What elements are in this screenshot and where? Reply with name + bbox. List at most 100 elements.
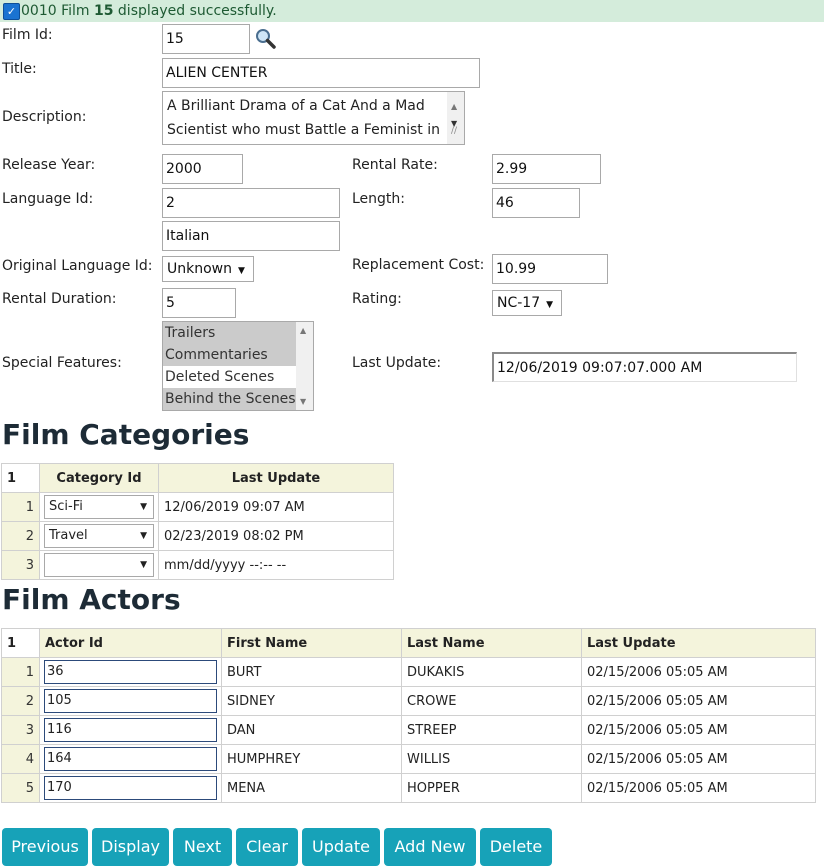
- film-categories-table: 1 Category Id Last Update 1 Sci-Fi ▼ 12/0…: [1, 463, 394, 580]
- replacement-cost-label: Replacement Cost:: [352, 257, 485, 273]
- row-number: 2: [1, 521, 40, 551]
- release-year-input[interactable]: 2000: [162, 154, 243, 184]
- film-actors-table: 1 Actor Id First Name Last Name Last Upd…: [1, 628, 816, 803]
- category-last-update-input[interactable]: mm/dd/yyyy --:-- --: [158, 550, 394, 580]
- special-features-listbox[interactable]: Trailers Commentaries Deleted Scenes Beh…: [162, 321, 314, 411]
- row-number: 3: [1, 715, 40, 745]
- special-feature-option[interactable]: Behind the Scenes: [163, 388, 296, 410]
- checkbox-checked-icon: ✓: [3, 3, 20, 20]
- status-bar: ✓ 0010 Film 15 displayed successfully.: [0, 0, 824, 22]
- rental-duration-input[interactable]: 5: [162, 288, 236, 318]
- dropdown-arrow-icon: ▼: [546, 300, 554, 310]
- last-name-cell: WILLIS: [401, 744, 582, 774]
- film-actors-heading: Film Actors: [2, 583, 181, 616]
- category-select[interactable]: Sci-Fi ▼: [44, 495, 154, 519]
- magnifier-icon[interactable]: [255, 28, 277, 50]
- category-value: Travel: [49, 528, 88, 543]
- last-update-cell: 02/15/2006 05:05 AM: [581, 773, 816, 803]
- rental-rate-input[interactable]: 2.99: [492, 154, 601, 184]
- special-feature-option[interactable]: Deleted Scenes: [163, 366, 296, 388]
- category-last-update: 12/06/2019 09:07 AM: [158, 492, 394, 522]
- row-number: 3: [1, 550, 40, 580]
- status-prefix: 0010 Film: [21, 3, 94, 19]
- scroll-up-icon[interactable]: ▲: [300, 326, 306, 335]
- first-name-cell: MENA: [221, 773, 402, 803]
- original-language-value: Unknown: [167, 261, 232, 277]
- first-name-cell: HUMPHREY: [221, 744, 402, 774]
- description-line-2: Scientist who must Battle a Feminist in: [167, 122, 440, 138]
- last-name-cell: DUKAKIS: [401, 657, 582, 687]
- first-name-cell: SIDNEY: [221, 686, 402, 716]
- resize-grip-icon[interactable]: ∕∕: [451, 119, 457, 143]
- film-id-input[interactable]: 15: [162, 24, 250, 54]
- last-update-header[interactable]: Last Update: [158, 463, 394, 493]
- actor-id-input[interactable]: 164: [44, 747, 217, 771]
- description-label: Description:: [2, 109, 87, 125]
- row-count-header: 1: [1, 463, 40, 493]
- table-row: 3 ▼ mm/dd/yyyy --:-- --: [1, 550, 394, 580]
- language-name-input[interactable]: Italian: [162, 221, 340, 251]
- description-scrollbar[interactable]: ▲ ▼ ∕∕: [447, 92, 464, 144]
- replacement-cost-input[interactable]: 10.99: [492, 254, 608, 284]
- table-header-row: 1 Category Id Last Update: [1, 463, 394, 493]
- film-id-label: Film Id:: [2, 27, 53, 43]
- last-name-cell: HOPPER: [401, 773, 582, 803]
- scroll-down-icon[interactable]: ▼: [300, 397, 306, 406]
- row-number: 1: [1, 657, 40, 687]
- language-id-input[interactable]: 2: [162, 188, 340, 218]
- rating-select[interactable]: NC-17 ▼: [492, 290, 562, 316]
- rental-rate-label: Rental Rate:: [352, 157, 438, 173]
- clear-button[interactable]: Clear: [236, 828, 298, 866]
- last-update-cell: 02/15/2006 05:05 AM: [581, 715, 816, 745]
- special-feature-option[interactable]: Trailers: [163, 322, 296, 344]
- row-count-header: 1: [1, 628, 40, 658]
- description-textarea[interactable]: A Brilliant Drama of a Cat And a Mad Sci…: [162, 91, 465, 145]
- display-button[interactable]: Display: [92, 828, 169, 866]
- row-number: 5: [1, 773, 40, 803]
- table-row: 1 Sci-Fi ▼ 12/06/2019 09:07 AM: [1, 492, 394, 522]
- original-language-select[interactable]: Unknown ▼: [162, 256, 254, 282]
- table-header-row: 1 Actor Id First Name Last Name Last Upd…: [1, 628, 816, 658]
- rating-label: Rating:: [352, 291, 402, 307]
- delete-button[interactable]: Delete: [480, 828, 552, 866]
- title-label: Title:: [2, 61, 37, 77]
- actor-id-input[interactable]: 36: [44, 660, 217, 684]
- actor-id-input[interactable]: 170: [44, 776, 217, 800]
- status-film-id: 15: [93, 3, 114, 19]
- status-suffix: displayed successfully.: [113, 3, 277, 19]
- last-update-header[interactable]: Last Update: [581, 628, 816, 658]
- length-input[interactable]: 46: [492, 188, 580, 218]
- language-id-label: Language Id:: [2, 191, 94, 207]
- rental-duration-label: Rental Duration:: [2, 291, 117, 307]
- dropdown-arrow-icon: ▼: [140, 531, 147, 541]
- title-input[interactable]: ALIEN CENTER: [162, 58, 480, 88]
- update-button[interactable]: Update: [302, 828, 380, 866]
- release-year-label: Release Year:: [2, 157, 96, 173]
- length-label: Length:: [352, 191, 406, 207]
- first-name-header[interactable]: First Name: [221, 628, 402, 658]
- special-feature-option[interactable]: Commentaries: [163, 344, 296, 366]
- actor-id-input[interactable]: 105: [44, 689, 217, 713]
- last-name-header[interactable]: Last Name: [401, 628, 582, 658]
- category-select[interactable]: ▼: [44, 553, 154, 577]
- first-name-cell: BURT: [221, 657, 402, 687]
- rating-value: NC-17: [497, 295, 541, 311]
- last-name-cell: CROWE: [401, 686, 582, 716]
- category-id-header[interactable]: Category Id: [39, 463, 159, 493]
- last-update-cell: 02/15/2006 05:05 AM: [581, 744, 816, 774]
- last-update-input[interactable]: 12/06/2019 09:07:07.000 AM: [492, 352, 797, 382]
- last-update-label: Last Update:: [352, 355, 442, 371]
- actor-id-header[interactable]: Actor Id: [39, 628, 222, 658]
- last-update-cell: 02/15/2006 05:05 AM: [581, 686, 816, 716]
- add-new-button[interactable]: Add New: [384, 828, 476, 866]
- original-language-id-label: Original Language Id:: [2, 258, 153, 274]
- next-button[interactable]: Next: [173, 828, 232, 866]
- previous-button[interactable]: Previous: [2, 828, 88, 866]
- actor-id-input[interactable]: 116: [44, 718, 217, 742]
- special-features-scrollbar[interactable]: ▲ ▼: [296, 322, 313, 410]
- category-select[interactable]: Travel ▼: [44, 524, 154, 548]
- status-message: 0010 Film 15 displayed successfully.: [21, 0, 277, 22]
- description-line-1: A Brilliant Drama of a Cat And a Mad: [167, 98, 425, 114]
- row-number: 4: [1, 744, 40, 774]
- table-row: 2 Travel ▼ 02/23/2019 08:02 PM: [1, 521, 394, 551]
